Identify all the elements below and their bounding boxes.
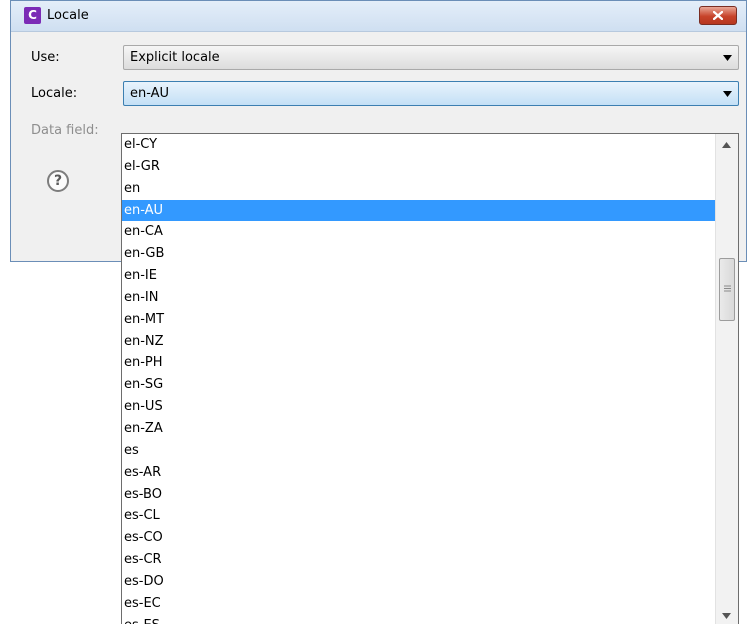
locale-option-en-gb[interactable]: en-GB — [122, 243, 715, 265]
locale-option-en[interactable]: en — [122, 178, 715, 200]
locale-option-en-ca[interactable]: en-CA — [122, 221, 715, 243]
locale-option-es-es[interactable]: es-ES — [122, 615, 715, 624]
locale-option-en-us[interactable]: en-US — [122, 396, 715, 418]
locale-option-es-ec[interactable]: es-EC — [122, 593, 715, 615]
use-select[interactable]: Explicit locale — [123, 45, 739, 70]
window-title: Locale — [47, 8, 89, 23]
app-logo-icon: C — [24, 7, 41, 24]
scroll-thumb[interactable] — [719, 258, 735, 321]
locale-option-es-do[interactable]: es-DO — [122, 571, 715, 593]
locale-option-en-mt[interactable]: en-MT — [122, 309, 715, 331]
locale-option-el-gr[interactable]: el-GR — [122, 156, 715, 178]
data-field-label: Data field: — [31, 123, 99, 138]
close-icon — [713, 11, 723, 20]
locale-option-es-ar[interactable]: es-AR — [122, 462, 715, 484]
locale-options: el-CY el-GR en en-AU en-CA en-GB en-IE en-IN en-… — [122, 134, 715, 624]
locale-select[interactable]: en-AU — [123, 81, 739, 106]
use-select-value: Explicit locale — [130, 50, 220, 65]
locale-option-es-cl[interactable]: es-CL — [122, 505, 715, 527]
locale-option-el-cy[interactable]: el-CY — [122, 134, 715, 156]
locale-dropdown-list: el-CY el-GR en en-AU en-CA en-GB en-IE en-IN en-… — [121, 133, 739, 624]
scroll-up-arrow-icon[interactable] — [722, 142, 731, 148]
title-bar[interactable]: C Locale — [11, 1, 746, 31]
dropdown-scrollbar[interactable] — [715, 134, 738, 624]
help-icon[interactable]: ? — [47, 170, 69, 192]
locale-select-value: en-AU — [130, 86, 170, 101]
chevron-down-icon — [723, 55, 732, 61]
locale-option-en-ie[interactable]: en-IE — [122, 265, 715, 287]
use-label: Use: — [31, 50, 60, 65]
locale-option-en-au[interactable]: en-AU — [122, 199, 715, 222]
chevron-down-icon — [723, 91, 732, 97]
grip-icon — [724, 285, 731, 292]
locale-option-en-za[interactable]: en-ZA — [122, 418, 715, 440]
locale-option-es[interactable]: es — [122, 440, 715, 462]
scroll-down-arrow-icon[interactable] — [722, 613, 731, 619]
locale-option-en-ph[interactable]: en-PH — [122, 352, 715, 374]
locale-option-en-sg[interactable]: en-SG — [122, 374, 715, 396]
locale-label: Locale: — [31, 86, 78, 101]
locale-option-es-bo[interactable]: es-BO — [122, 484, 715, 506]
locale-option-en-nz[interactable]: en-NZ — [122, 331, 715, 353]
close-button[interactable] — [699, 6, 737, 25]
locale-option-es-cr[interactable]: es-CR — [122, 549, 715, 571]
locale-option-en-in[interactable]: en-IN — [122, 287, 715, 309]
locale-option-es-co[interactable]: es-CO — [122, 527, 715, 549]
